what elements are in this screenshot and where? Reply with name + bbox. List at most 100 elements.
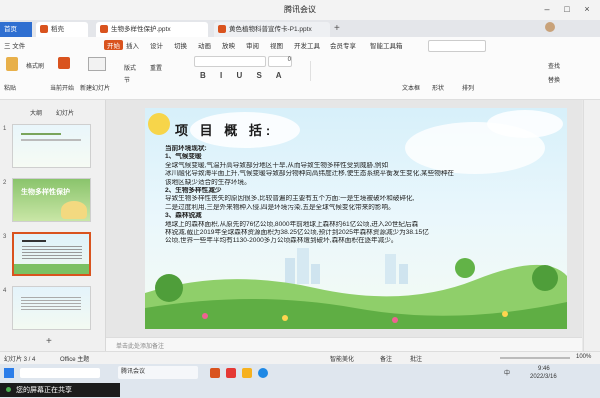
shape-label[interactable]: 形状 [432, 83, 444, 92]
paste-label: 粘贴 [4, 86, 17, 92]
new-slide-label: 新建幻灯片 [80, 86, 111, 92]
slide-thumbnail-2[interactable]: 生物多样性保护 [12, 178, 91, 222]
clock-time: 9:46 [538, 366, 550, 372]
body-line: 地球上的森林面积,从原先的76亿公顷,8000年前地球上森林约61亿公顷,进入2… [165, 220, 419, 228]
thumb-grass [14, 264, 89, 274]
font-style-buttons[interactable]: B I U S A [200, 71, 287, 80]
zoom-slider[interactable] [500, 357, 570, 359]
menu-file[interactable]: 三 文件 [4, 40, 25, 50]
body-line: 公顷,世界一些年平均有1130-2000多万公顷森林遭到破坏,森林面积在逐年减少… [165, 237, 398, 245]
avatar[interactable] [545, 22, 555, 32]
building [399, 264, 408, 284]
folder-icon[interactable] [242, 368, 252, 378]
notes-button[interactable]: 备注 [380, 354, 392, 363]
menu-view[interactable]: 视图 [270, 40, 283, 50]
slide-number: 4 [3, 288, 7, 294]
body-line: 2、生物多样性减少 [165, 187, 222, 195]
font-size-select[interactable]: 0 [268, 56, 292, 67]
tab-docer[interactable]: 稻壳 [36, 22, 88, 37]
flower [502, 311, 508, 317]
thumb-text [21, 297, 81, 311]
body-line: 该地区缺少适合的生存环境。 [165, 178, 251, 186]
zoom-level[interactable]: 100% [576, 354, 591, 360]
body-line: 1、气候变暖 [165, 153, 202, 161]
menu-smart-tools[interactable]: 智能工具箱 [370, 40, 403, 50]
add-slide-button[interactable]: + [46, 336, 52, 347]
menu-animation[interactable]: 动画 [198, 40, 211, 50]
minimize-button[interactable]: – [540, 3, 554, 16]
start-icon[interactable] [4, 368, 14, 378]
notes-pane[interactable]: 单击此处添加备注 [106, 337, 582, 352]
menu-review[interactable]: 审阅 [246, 40, 259, 50]
tab-docer-label: 稻壳 [51, 26, 64, 33]
slide-thumbnail-panel: 大纲 幻灯片 1 2 生物多样性保护 3 4 + [0, 100, 106, 352]
menu-slideshow[interactable]: 放映 [222, 40, 235, 50]
menu-devtools[interactable]: 开发工具 [294, 40, 320, 50]
tab-other-doc[interactable]: 黄色植物科普宣传卡-P1.pptx [214, 22, 330, 37]
building [311, 264, 320, 284]
thumb-line [22, 240, 46, 242]
thumb-illustration [61, 201, 87, 219]
taskbar-search[interactable] [20, 368, 100, 378]
body-line: 林锐减,截止2019年全球森林资源面积为38.25亿公顷,预计到2025年森林资… [165, 229, 429, 237]
layout-button[interactable]: 版式 [124, 63, 136, 72]
taskbar-item-meeting[interactable]: 腾讯会议 [118, 366, 198, 379]
tab-home-label: 首页 [4, 26, 17, 33]
new-slide-icon[interactable] [88, 57, 106, 71]
reset-button[interactable]: 重置 [150, 63, 162, 72]
paragraph-group [310, 61, 391, 81]
close-button[interactable]: × [580, 3, 594, 16]
tab-home[interactable]: 首页 [0, 22, 32, 37]
section-button[interactable]: 节 [124, 75, 130, 84]
search-input[interactable] [428, 40, 486, 52]
browser-icon[interactable] [258, 368, 268, 378]
flower [282, 315, 288, 321]
replace-button[interactable]: 替换 [548, 75, 560, 84]
pdf-icon[interactable] [226, 368, 236, 378]
menu-bar: 三 文件 开始 插入 设计 切换 动画 放映 审阅 视图 开发工具 会员专享 智… [0, 37, 600, 53]
textbox-label[interactable]: 文本框 [402, 83, 420, 92]
menu-start[interactable]: 开始 [104, 40, 123, 50]
slide-body-text[interactable]: 当前环境现状: 1、气候变暖 全球气候变暖,气温升高导致部分地区干旱,从而导致生… [165, 145, 555, 246]
format-painter-label[interactable]: 格式刷 [26, 61, 44, 70]
menu-design[interactable]: 设计 [150, 40, 163, 50]
outline-tab[interactable]: 大纲 [30, 108, 42, 117]
tab-current-doc[interactable]: 生物多样性保护.pptx [96, 22, 208, 37]
slide-number: 3 [3, 234, 7, 240]
slide-thumbnail-3[interactable] [12, 232, 91, 276]
slide-number: 1 [3, 126, 7, 132]
slides-tab[interactable]: 幻灯片 [56, 108, 74, 117]
body-line: 全球气候变暖,气温升高导致部分地区干旱,从而导致生物多样性受到威胁,例如 [165, 161, 389, 169]
thumb-text [22, 246, 82, 260]
slide-thumbnail-1[interactable] [12, 124, 91, 168]
ribbon-toolbar: 粘贴 格式刷 当前开始 新建幻灯片 版式 节 重置 0 B I U S A 文本… [0, 53, 600, 100]
screen-share-banner[interactable]: 您的屏幕正在共享 [0, 383, 120, 397]
vertical-scrollbar[interactable] [583, 100, 600, 351]
body-line: 当前环境现状: [165, 145, 207, 152]
ime-indicator[interactable]: 中 [504, 368, 510, 377]
maximize-button[interactable]: □ [560, 3, 574, 16]
thumb-line [21, 133, 61, 135]
building [385, 254, 396, 284]
slide-info: 幻灯片 3 / 4 [4, 357, 36, 363]
arrange-label[interactable]: 排列 [462, 83, 474, 92]
wps-icon[interactable] [210, 368, 220, 378]
tab-other-doc-label: 黄色植物科普宣传卡-P1.pptx [229, 26, 312, 33]
body-line: 导致生物多样性丧失的原因很多,比较普遍的主要有五个方面:一是生境被破坏和破碎化, [165, 195, 415, 203]
smart-beautify-button[interactable]: 智能美化 [330, 354, 354, 363]
tree [455, 258, 475, 278]
menu-transition[interactable]: 切换 [174, 40, 187, 50]
find-button[interactable]: 查找 [548, 61, 560, 70]
play-icon[interactable] [58, 57, 70, 69]
sun-icon [148, 113, 170, 135]
flower [392, 317, 398, 323]
slide-thumbnail-4[interactable] [12, 286, 91, 330]
paste-icon[interactable] [6, 57, 18, 71]
font-size-value: 0 [287, 57, 291, 63]
font-name-select[interactable] [194, 56, 266, 67]
menu-insert[interactable]: 插入 [126, 40, 139, 50]
new-tab-button[interactable]: + [334, 23, 340, 34]
menu-member[interactable]: 会员专享 [330, 40, 356, 50]
comment-button[interactable]: 批注 [410, 354, 422, 363]
slide-title[interactable]: 项 目 概 括: [175, 120, 274, 139]
